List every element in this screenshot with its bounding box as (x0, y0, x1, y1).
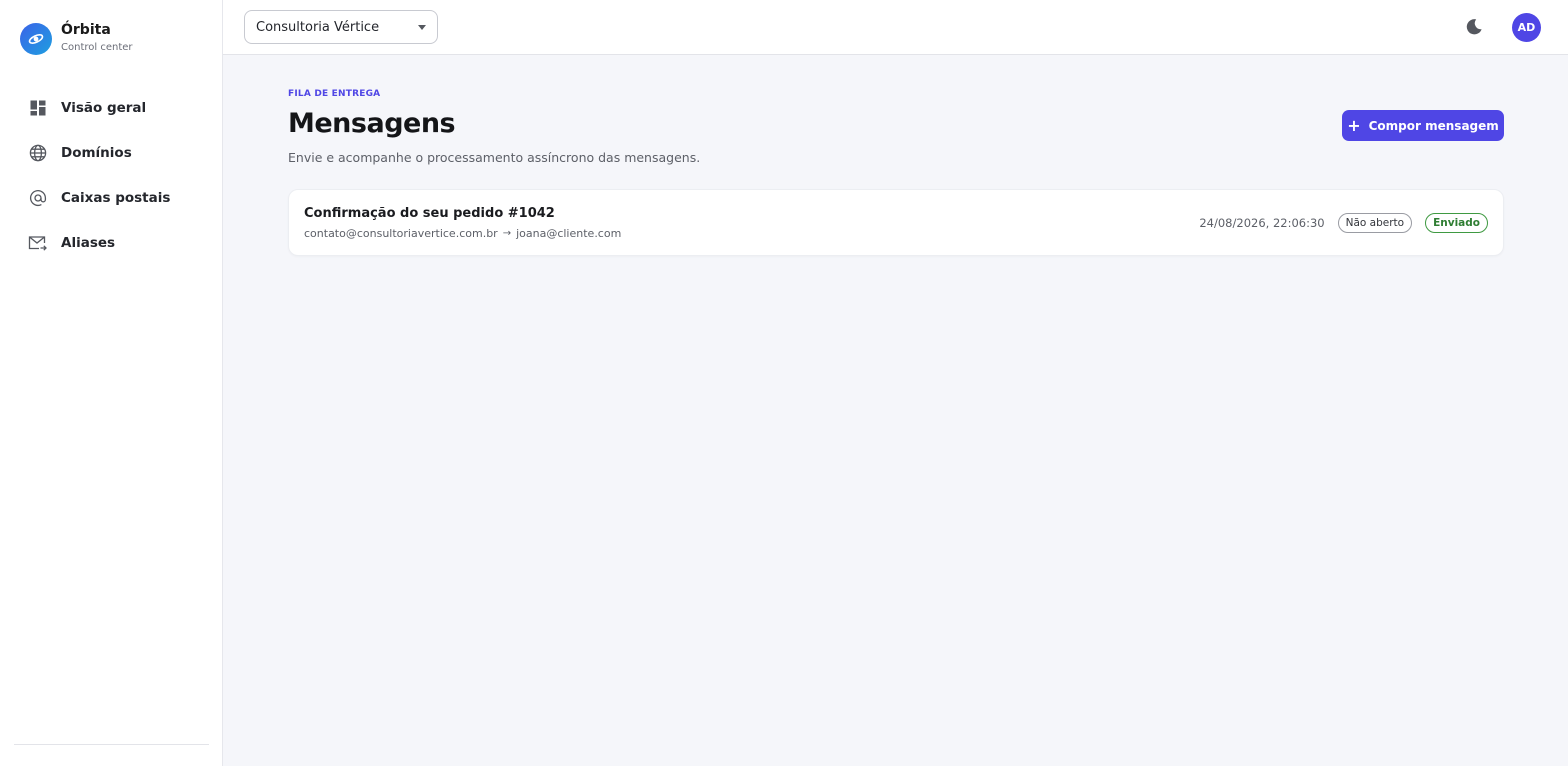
sidebar: Órbita Control center Visão geral Domíni… (0, 0, 223, 766)
message-route: contato@consultoriavertice.com.br → joan… (304, 227, 621, 240)
sidebar-item-label: Domínios (61, 144, 132, 161)
message-subject: Confirmação do seu pedido #1042 (304, 206, 555, 221)
sidebar-nav: Visão geral Domínios Caixas postais Alia… (14, 85, 209, 265)
organization-select-value: Consultoria Vértice (256, 19, 380, 35)
message-list-item[interactable]: Confirmação do seu pedido #1042 contato@… (288, 189, 1504, 256)
page-title: Mensagens (288, 108, 456, 139)
sidebar-item-visao-geral[interactable]: Visão geral (14, 85, 209, 130)
arrow-right-icon: → (502, 228, 512, 239)
sidebar-item-label: Aliases (61, 234, 116, 251)
at-sign-icon (28, 188, 47, 207)
sidebar-divider (14, 744, 209, 745)
open-status-badge: Não aberto (1337, 213, 1413, 233)
mail-forward-icon (28, 233, 47, 252)
globe-icon (28, 143, 47, 162)
user-avatar[interactable]: AD (1512, 13, 1541, 42)
message-recipient: joana@cliente.com (516, 227, 622, 240)
moon-icon (1466, 19, 1482, 35)
theme-toggle-button[interactable] (1463, 16, 1485, 38)
plus-icon: + (1347, 115, 1361, 135)
caret-down-icon (418, 25, 426, 30)
sidebar-item-dominios[interactable]: Domínios (14, 130, 209, 175)
brand-name: Órbita (61, 22, 111, 38)
message-sender: contato@consultoriavertice.com.br (304, 227, 498, 240)
message-timestamp: 24/08/2026, 22:06:30 (1199, 216, 1325, 230)
sidebar-item-label: Visão geral (61, 99, 147, 116)
sidebar-item-aliases[interactable]: Aliases (14, 220, 209, 265)
topbar: Consultoria Vértice AD (223, 0, 1568, 55)
dashboard-icon (28, 98, 47, 117)
brand[interactable]: Órbita Control center (20, 22, 133, 55)
section-eyebrow: FILA DE ENTREGA (288, 89, 381, 99)
compose-message-label: Compor mensagem (1368, 118, 1499, 133)
compose-message-button[interactable]: + Compor mensagem (1342, 110, 1504, 141)
delivery-status-badge: Enviado (1425, 213, 1488, 233)
sidebar-item-label: Caixas postais (61, 189, 171, 206)
sidebar-item-caixas-postais[interactable]: Caixas postais (14, 175, 209, 220)
orbit-logo-icon (20, 22, 52, 55)
brand-subtitle: Control center (61, 42, 133, 53)
page-subtitle: Envie e acompanhe o processamento assínc… (288, 150, 701, 165)
message-meta: 24/08/2026, 22:06:30 Não aberto Enviado (1199, 213, 1488, 233)
organization-select[interactable]: Consultoria Vértice (244, 10, 438, 44)
